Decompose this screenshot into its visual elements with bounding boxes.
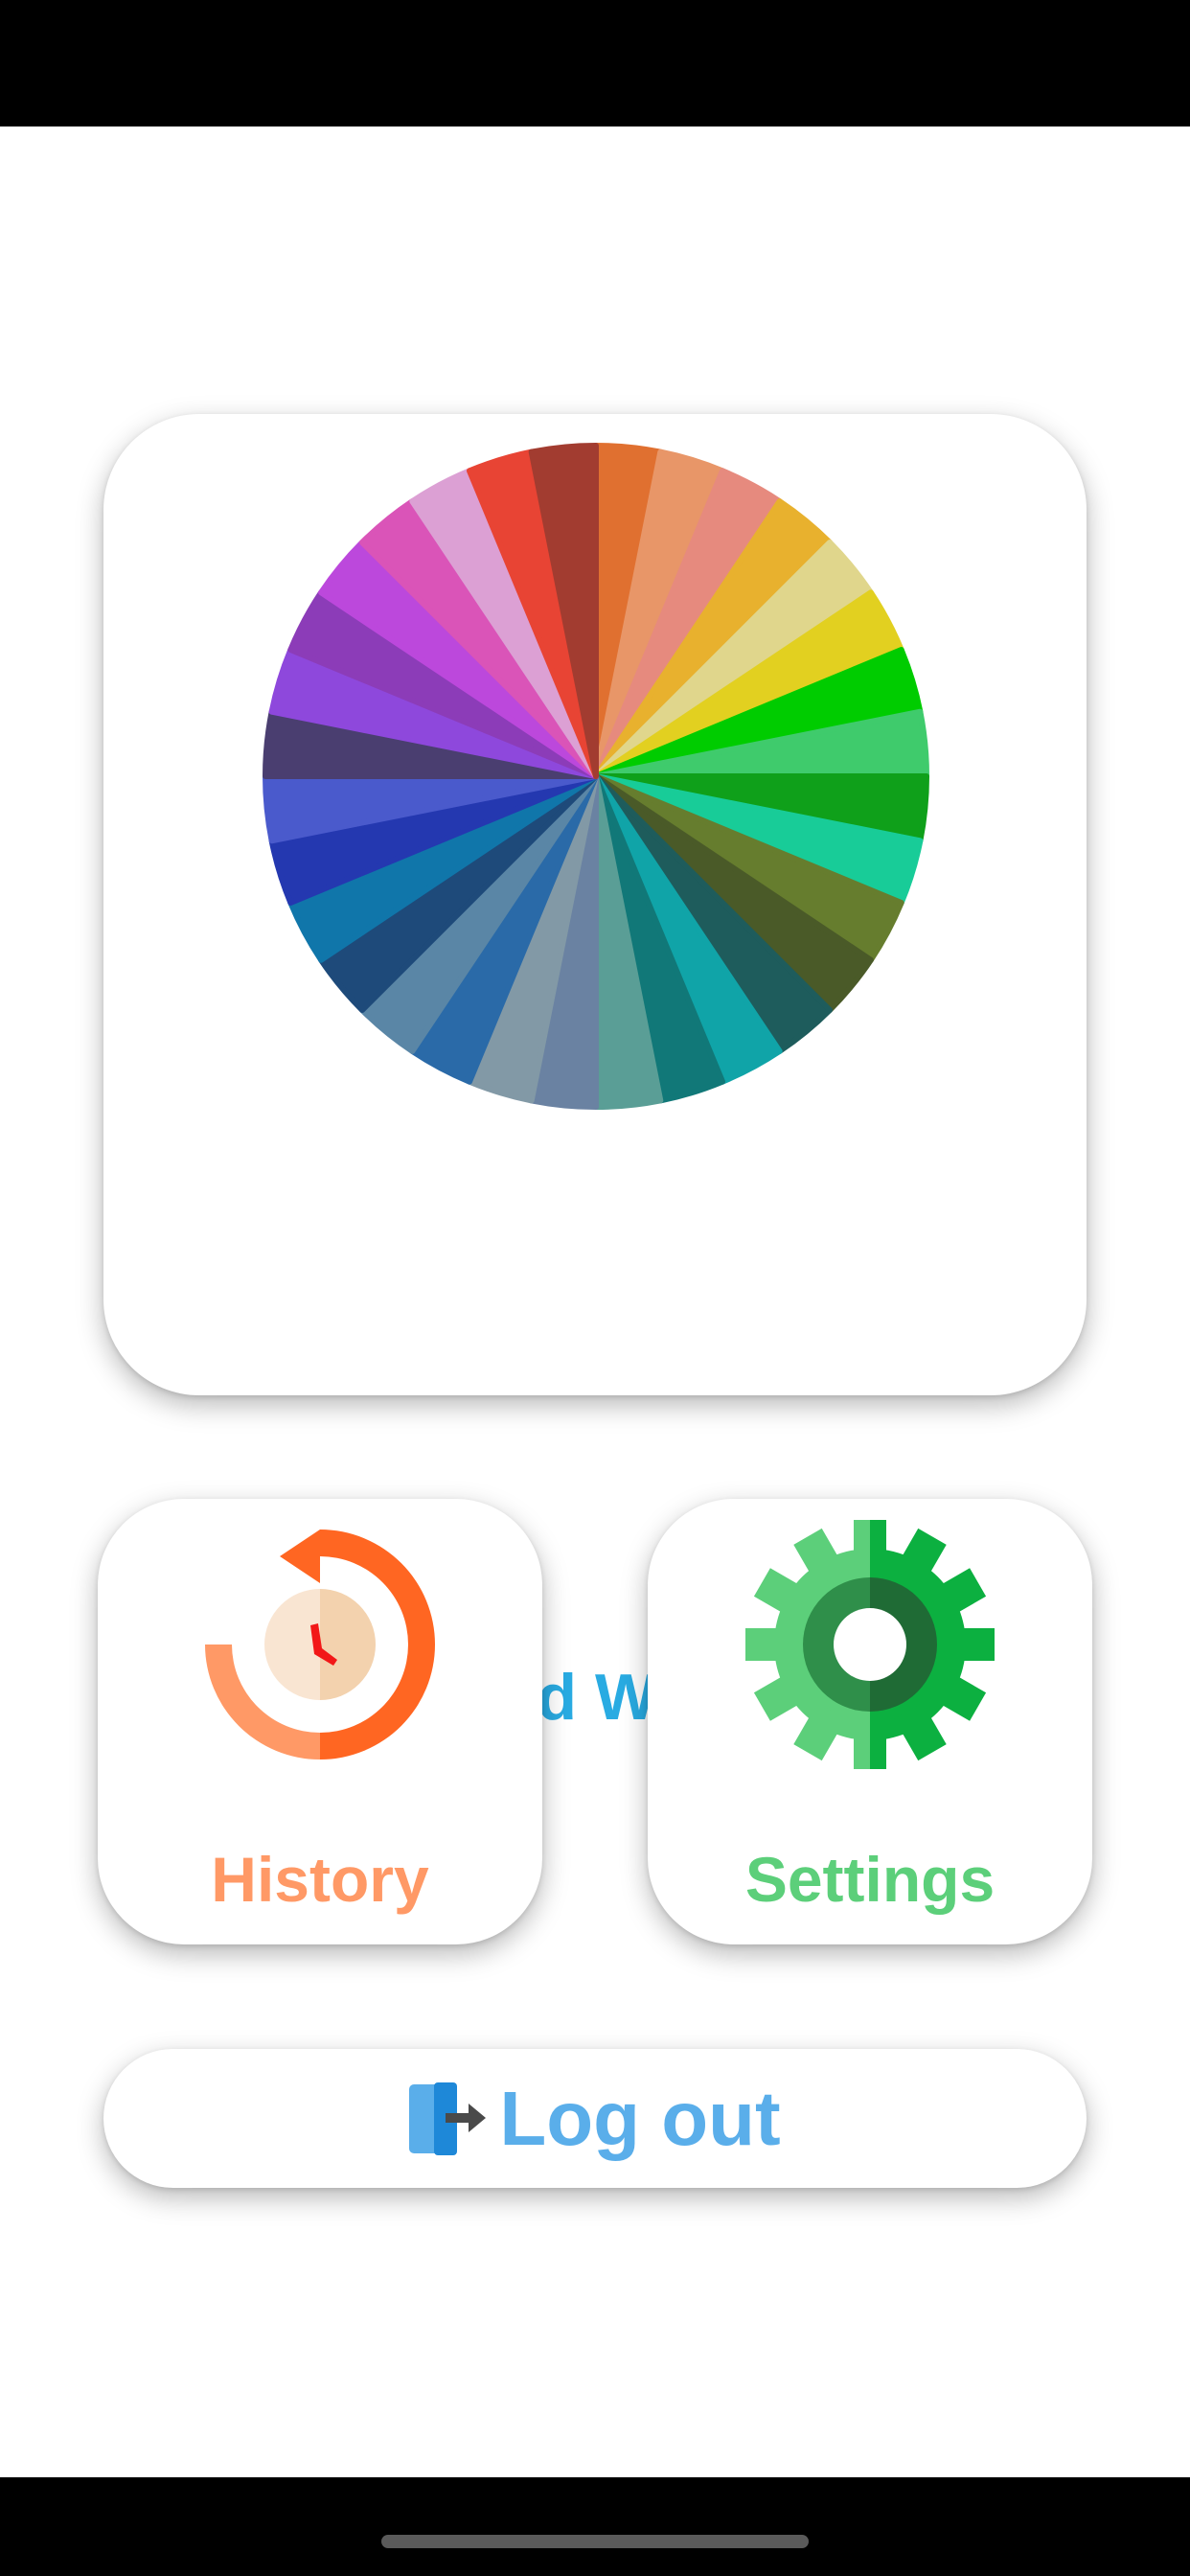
- mood-wheel-button[interactable]: Mood Wheel: [103, 414, 1087, 1734]
- status-bar: [0, 0, 1190, 126]
- history-clock-icon: [205, 1530, 435, 1760]
- settings-button[interactable]: Settings: [648, 1499, 1092, 1944]
- history-label: History: [211, 1844, 429, 1915]
- settings-label: Settings: [744, 1844, 995, 1915]
- home-indicator[interactable]: [381, 2535, 809, 2548]
- logout-door-icon: [409, 2082, 487, 2155]
- navigation-bar: [0, 2477, 1190, 2576]
- color-wheel-icon: [262, 442, 930, 1111]
- logout-button[interactable]: Log out: [103, 2049, 1087, 2188]
- history-button[interactable]: History: [98, 1499, 542, 1944]
- gear-icon: [745, 1520, 995, 1769]
- logout-label: Log out: [499, 2075, 781, 2161]
